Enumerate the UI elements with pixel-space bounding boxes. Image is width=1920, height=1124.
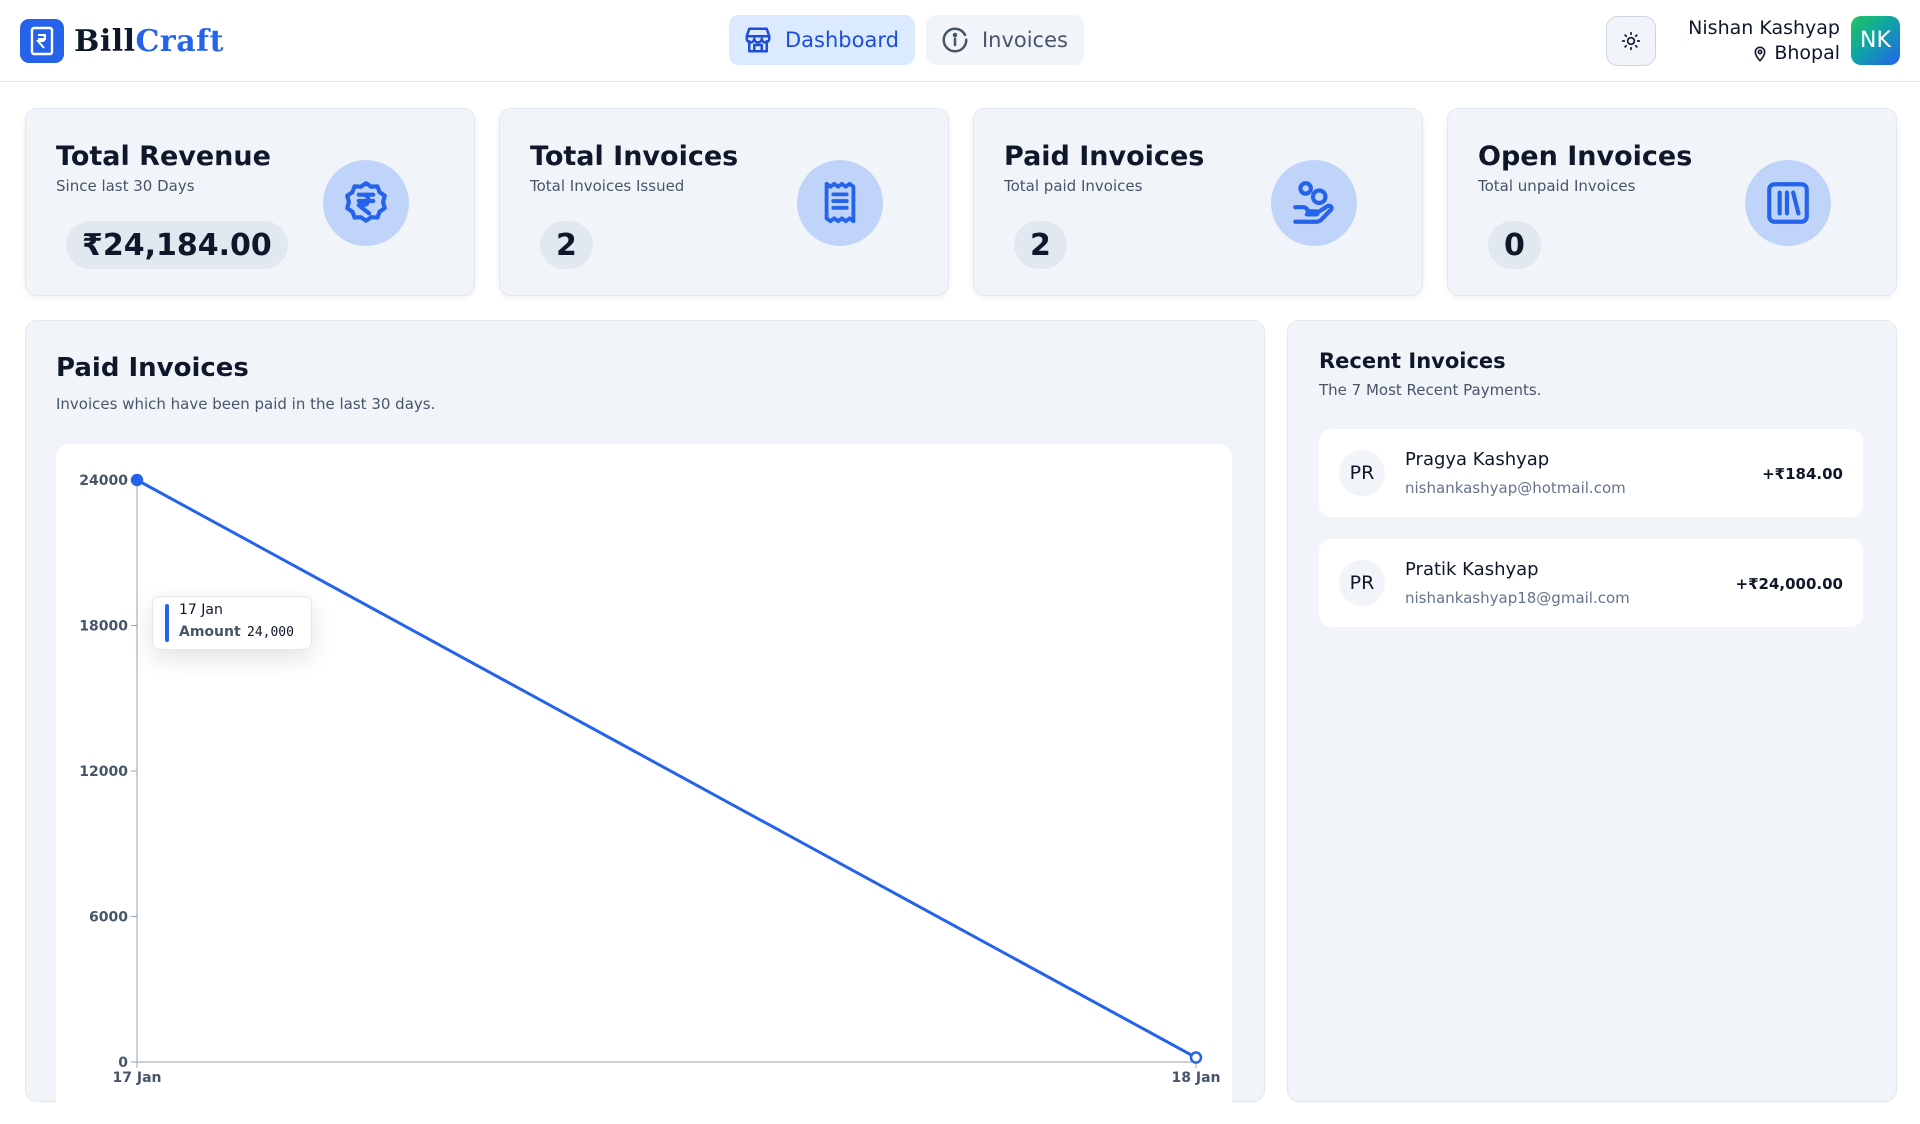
series-line-amount bbox=[136, 478, 1197, 1059]
list-item[interactable]: PR Pratik Kashyap nishankashyap18@gmail.… bbox=[1319, 539, 1863, 627]
card-title: Total Revenue bbox=[56, 141, 271, 172]
y-tick-label: 0 bbox=[118, 1055, 128, 1071]
chart-tooltip: 17 Jan Amount 24,000 bbox=[152, 596, 312, 650]
brand-name-part2: Craft bbox=[135, 23, 224, 59]
card-value: 2 bbox=[540, 221, 593, 269]
card-subtitle: Total paid Invoices bbox=[1004, 177, 1143, 195]
card-subtitle: Total Invoices Issued bbox=[530, 177, 685, 195]
data-point bbox=[130, 473, 144, 487]
user-location-text: Bhopal bbox=[1774, 42, 1840, 64]
stat-card-paid-invoices: Paid Invoices Total paid Invoices 2 bbox=[973, 108, 1423, 296]
library-icon bbox=[1745, 160, 1831, 246]
brand-name: BillCraft bbox=[74, 24, 224, 59]
x-tick-label: 18 Jan bbox=[1172, 1070, 1221, 1086]
stat-card-open-invoices: Open Invoices Total unpaid Invoices 0 bbox=[1447, 108, 1897, 296]
tooltip-date: 17 Jan bbox=[179, 602, 223, 618]
card-title: Total Invoices bbox=[530, 141, 739, 172]
card-subtitle: Since last 30 Days bbox=[56, 177, 195, 195]
invoice-amount: +₹24,000.00 bbox=[1735, 575, 1843, 593]
chart-panel-title: Paid Invoices bbox=[56, 353, 249, 383]
list-item[interactable]: PR Pragya Kashyap nishankashyap@hotmail.… bbox=[1319, 429, 1863, 517]
chart-panel-subtitle: Invoices which have been paid in the las… bbox=[56, 395, 436, 413]
nav-invoices-label: Invoices bbox=[981, 28, 1068, 52]
invoice-amount: +₹184.00 bbox=[1762, 465, 1843, 483]
store-icon bbox=[745, 27, 771, 53]
avatar[interactable]: NK bbox=[1851, 16, 1900, 65]
info-icon bbox=[942, 27, 968, 53]
stat-card-total-invoices: Total Invoices Total Invoices Issued 2 bbox=[499, 108, 949, 296]
theme-toggle-button[interactable] bbox=[1606, 16, 1656, 66]
avatar: PR bbox=[1339, 560, 1385, 606]
nav-invoices[interactable]: Invoices bbox=[925, 15, 1084, 65]
top-header: BillCraft Dashboard Invoices Nishan Kash… bbox=[0, 0, 1920, 82]
x-tick-label: 17 Jan bbox=[113, 1070, 162, 1086]
receipt-icon bbox=[797, 160, 883, 246]
card-subtitle: Total unpaid Invoices bbox=[1478, 177, 1636, 195]
user-info: Nishan Kashyap Bhopal bbox=[1688, 16, 1840, 66]
invoice-customer-name: Pratik Kashyap bbox=[1405, 559, 1539, 580]
stat-card-total-revenue: Total Revenue Since last 30 Days ₹24,184… bbox=[25, 108, 475, 296]
card-value: 0 bbox=[1488, 221, 1541, 269]
invoice-customer-name: Pragya Kashyap bbox=[1405, 449, 1550, 470]
paid-invoices-line-chart[interactable]: 0 6000 12000 18000 24000 17 Jan 18 Jan bbox=[56, 444, 1232, 1124]
user-name: Nishan Kashyap bbox=[1688, 17, 1840, 39]
y-tick-label: 24000 bbox=[79, 473, 128, 489]
card-title: Paid Invoices bbox=[1004, 141, 1205, 172]
brand-name-part1: Bill bbox=[74, 23, 136, 59]
chart-area: 0 6000 12000 18000 24000 17 Jan 18 Jan bbox=[56, 444, 1232, 1124]
main-nav: Dashboard Invoices bbox=[729, 15, 1084, 65]
card-value: 2 bbox=[1014, 221, 1067, 269]
tooltip-label: Amount bbox=[179, 624, 241, 640]
card-value: ₹24,184.00 bbox=[66, 221, 288, 269]
user-location: Bhopal bbox=[1688, 41, 1840, 66]
nav-dashboard[interactable]: Dashboard bbox=[729, 15, 915, 65]
nav-dashboard-label: Dashboard bbox=[785, 28, 899, 52]
tooltip-value: 24,000 bbox=[247, 625, 294, 640]
sun-icon bbox=[1621, 31, 1641, 51]
y-tick-label: 18000 bbox=[79, 619, 128, 635]
receipt-logo-icon bbox=[20, 19, 64, 63]
y-tick-label: 6000 bbox=[89, 910, 128, 926]
recent-invoices-panel: Recent Invoices The 7 Most Recent Paymen… bbox=[1287, 320, 1897, 1102]
data-point bbox=[1189, 1051, 1203, 1064]
card-title: Open Invoices bbox=[1478, 141, 1693, 172]
invoice-customer-email: nishankashyap@hotmail.com bbox=[1405, 479, 1626, 497]
avatar: PR bbox=[1339, 450, 1385, 496]
recent-title: Recent Invoices bbox=[1319, 349, 1506, 373]
brand[interactable]: BillCraft bbox=[20, 19, 224, 63]
y-tick-label: 12000 bbox=[79, 764, 128, 780]
rupee-badge-icon bbox=[323, 160, 409, 246]
invoice-customer-email: nishankashyap18@gmail.com bbox=[1405, 589, 1630, 607]
recent-subtitle: The 7 Most Recent Payments. bbox=[1319, 381, 1542, 399]
tooltip-series-marker bbox=[165, 604, 169, 642]
map-pin-icon bbox=[1754, 46, 1766, 62]
hand-coins-icon bbox=[1271, 160, 1357, 246]
